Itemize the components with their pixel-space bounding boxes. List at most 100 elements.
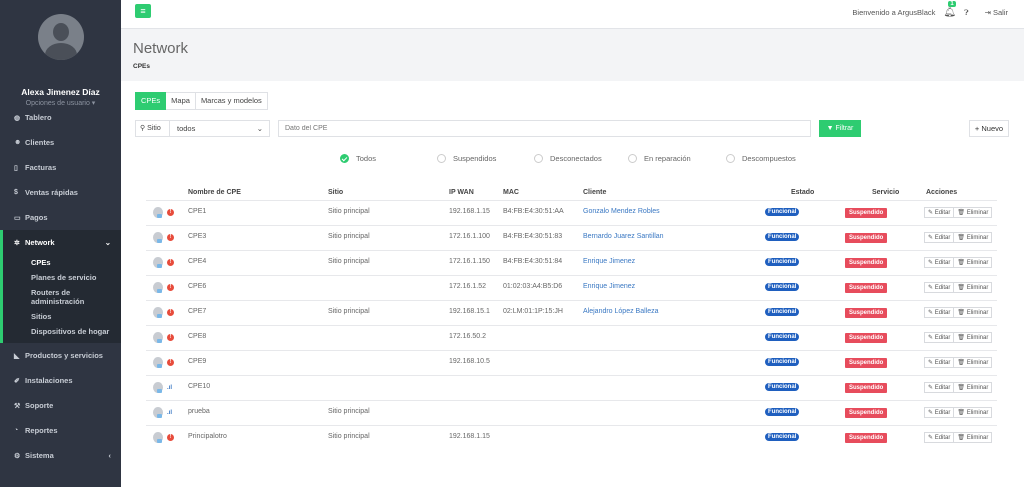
welcome-text: Bienvenido a ArgusBlack xyxy=(852,8,936,17)
submenu-item-dispositivos[interactable]: Dispositivos de hogar xyxy=(31,324,121,339)
client-link[interactable]: Gonzalo Mendez Robles xyxy=(583,208,660,215)
radio-reparacion[interactable]: En reparación xyxy=(628,154,691,163)
edit-label: Editar xyxy=(934,285,951,291)
edit-button[interactable]: ✎ Editar xyxy=(924,307,955,318)
client-link[interactable]: Alejandro López Balleza xyxy=(583,308,659,315)
error-status-icon: ! xyxy=(167,284,174,291)
avatar[interactable] xyxy=(37,14,84,60)
sidebar-item-ventas[interactable]: $ Ventas rápidas xyxy=(0,180,121,205)
delete-button[interactable]: 🗑︎ Eliminar xyxy=(954,282,993,293)
tab-mapa[interactable]: Mapa xyxy=(166,92,196,110)
site-cell: Sitio principal xyxy=(328,433,370,440)
signal-icon: .ıl xyxy=(167,385,173,391)
edit-button[interactable]: ✎ Editar xyxy=(924,382,955,393)
site-cell: Sitio principal xyxy=(328,258,370,265)
cpe-name-cell: CPE1 xyxy=(188,208,207,215)
radio-suspendidos[interactable]: Suspendidos xyxy=(437,154,496,163)
edit-button[interactable]: ✎ Editar xyxy=(924,282,955,293)
submenu-item-planes[interactable]: Planes de servicio xyxy=(31,270,121,285)
edit-button[interactable]: ✎ Editar xyxy=(924,332,955,343)
tab-cpes[interactable]: CPEs xyxy=(135,92,167,110)
client-link[interactable]: Enrique Jimenez xyxy=(583,283,635,290)
delete-button[interactable]: 🗑︎ Eliminar xyxy=(954,407,993,418)
sidebar-item-clientes[interactable]: ☻ Clientes xyxy=(0,130,121,155)
cpe-name-cell: CPE4 xyxy=(188,258,207,265)
radio-desconectados[interactable]: Desconectados xyxy=(534,154,602,163)
logout-label: Salir xyxy=(992,8,1008,17)
error-status-icon: ! xyxy=(167,234,174,241)
delete-button[interactable]: 🗑︎ Eliminar xyxy=(954,307,993,318)
sidebar-item-soporte[interactable]: ⚒ Soporte xyxy=(0,393,121,418)
delete-button[interactable]: 🗑︎ Eliminar xyxy=(954,357,993,368)
sidebar-item-productos[interactable]: ◣ Productos y servicios xyxy=(0,343,121,368)
network-submenu: CPEs Planes de servicio Routers de admin… xyxy=(0,255,121,343)
site-cell: Sitio principal xyxy=(328,408,370,415)
radio-todos[interactable]: Todos xyxy=(340,154,376,163)
bell-icon[interactable]: 🔔︎ 1 xyxy=(943,1,956,18)
sidebar-item-label: Reportes xyxy=(25,426,58,435)
money-icon: ▭ xyxy=(14,214,21,222)
status-badge: Funcional xyxy=(765,308,800,316)
client-link[interactable]: Bernardo Juarez Santillan xyxy=(583,233,664,240)
sidebar-item-tablero[interactable]: ◍ Tablero xyxy=(0,105,121,130)
client-link[interactable]: Enrique Jimenez xyxy=(583,258,635,265)
table-row: ! CPE8 172.16.50.2 Funcional Suspendido ✎ Edi… xyxy=(146,325,997,350)
table-row: ! CPE1 Sitio principal 192.168.1.15 B4:FB:E4… xyxy=(146,200,997,225)
menu-toggle-icon[interactable]: ≡ xyxy=(135,4,151,18)
edit-button[interactable]: ✎ Editar xyxy=(924,207,955,218)
sidebar-item-sistema[interactable]: ⚙ Sistema ‹ xyxy=(0,443,121,468)
submenu-item-cpes[interactable]: CPEs xyxy=(31,255,121,270)
service-badge: Suspendido xyxy=(845,258,888,268)
sidebar-item-reportes[interactable]: ◔ Reportes xyxy=(0,418,121,443)
delete-button[interactable]: 🗑︎ Eliminar xyxy=(954,257,993,268)
help-icon[interactable]: ❓︎ xyxy=(964,8,969,18)
column-header: Acciones xyxy=(926,189,958,196)
chevron-down-icon: ⌄ xyxy=(256,124,263,133)
chart-icon: ◔ xyxy=(14,427,19,434)
row-actions: ✎ Editar 🗑︎ Eliminar xyxy=(924,432,993,443)
submenu-item-routers[interactable]: Routers de administración xyxy=(31,285,121,309)
new-button[interactable]: + Nuevo xyxy=(969,120,1009,137)
row-actions: ✎ Editar 🗑︎ Eliminar xyxy=(924,232,993,243)
sidebar-item-instalaciones[interactable]: ✐ Instalaciones xyxy=(0,368,121,393)
cpe-name-cell: Principalotro xyxy=(188,433,227,440)
mac-cell: B4:FB:E4:30:51:84 xyxy=(503,258,563,265)
sidebar-item-network[interactable]: ✲ Network ⌄ xyxy=(0,230,121,255)
edit-label: Editar xyxy=(934,360,951,366)
user-name: Alexa Jimenez Díaz xyxy=(21,87,100,97)
cpe-search-input[interactable] xyxy=(278,120,811,137)
cpe-name-cell: prueba xyxy=(188,408,210,415)
site-cell: Sitio principal xyxy=(328,208,370,215)
site-select-value: todos xyxy=(177,124,196,133)
edit-label: Editar xyxy=(934,210,951,216)
trash-icon: 🗑︎ xyxy=(957,310,966,316)
edit-button[interactable]: ✎ Editar xyxy=(924,257,955,268)
radio-descompuestos[interactable]: Descompuestos xyxy=(726,154,796,163)
filter-button[interactable]: ▼ Filtrar xyxy=(819,120,861,137)
sidebar-item-pagos[interactable]: ▭ Pagos xyxy=(0,205,121,230)
column-header: Estado xyxy=(791,189,815,196)
mac-cell: B4:FB:E4:30:51:83 xyxy=(503,233,563,240)
edit-button[interactable]: ✎ Editar xyxy=(924,232,955,243)
mac-cell: B4:FB:E4:30:51:AA xyxy=(503,208,564,215)
logout-link[interactable]: ⇥ Salir xyxy=(977,8,1008,17)
delete-button[interactable]: 🗑︎ Eliminar xyxy=(954,232,993,243)
trash-icon: 🗑︎ xyxy=(957,260,966,266)
site-select[interactable]: todos ⌄ xyxy=(170,120,270,137)
edit-button[interactable]: ✎ Editar xyxy=(924,407,955,418)
edit-button[interactable]: ✎ Editar xyxy=(924,357,955,368)
delete-button[interactable]: 🗑︎ Eliminar xyxy=(954,207,993,218)
column-header: Sitio xyxy=(328,189,344,196)
delete-button[interactable]: 🗑︎ Eliminar xyxy=(954,432,993,443)
sidebar-item-facturas[interactable]: ▯ Facturas xyxy=(0,155,121,180)
submenu-item-sitios[interactable]: Sitios xyxy=(31,309,121,324)
edit-label: Editar xyxy=(934,235,951,241)
tab-marcas[interactable]: Marcas y modelos xyxy=(195,92,268,110)
table-row: .ıl prueba Sitio principal Funcional Suspend… xyxy=(146,400,997,425)
delete-button[interactable]: 🗑︎ Eliminar xyxy=(954,382,993,393)
delete-button[interactable]: 🗑︎ Eliminar xyxy=(954,332,993,343)
delete-label: Eliminar xyxy=(966,360,989,366)
edit-button[interactable]: ✎ Editar xyxy=(924,432,955,443)
ip-wan-cell: 172.16.1.52 xyxy=(449,283,486,290)
main-content: CPEs Mapa Marcas y modelos ⚲ Sitio todos… xyxy=(121,81,1024,487)
